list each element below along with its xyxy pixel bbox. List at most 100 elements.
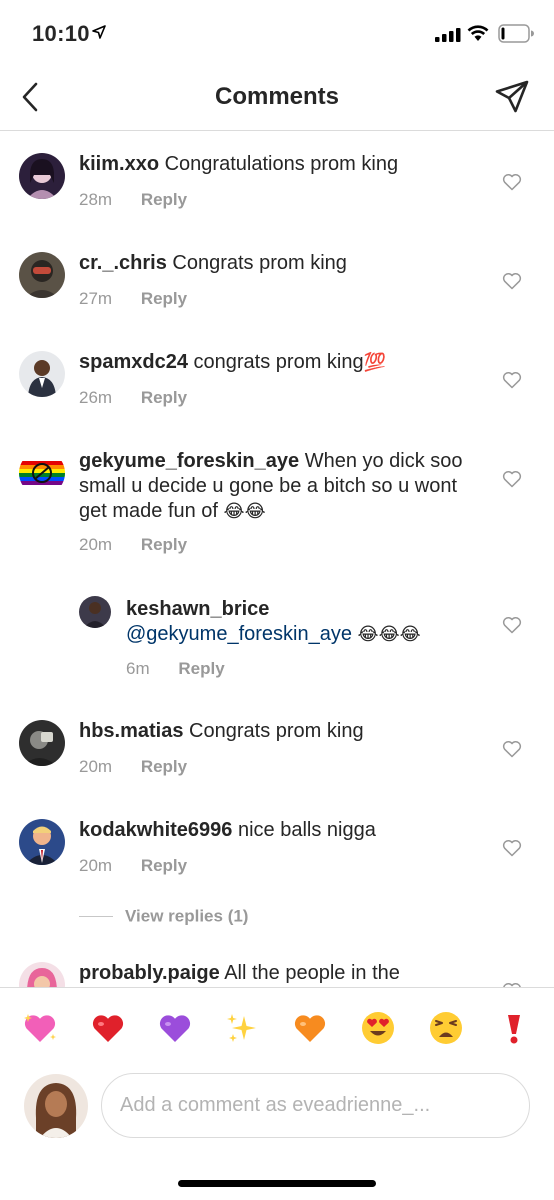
purple-heart-icon: [159, 1015, 191, 1042]
comments-list[interactable]: kiim.xxo Congratulations prom king 28m R…: [0, 131, 554, 987]
comment-username[interactable]: spamxdc24: [79, 351, 188, 373]
comment-username[interactable]: kodakwhite6996: [79, 819, 232, 841]
comment-body: Congrats prom king: [172, 252, 347, 274]
avatar[interactable]: [19, 450, 65, 496]
comment-meta: 27m Reply: [79, 289, 187, 309]
heart-eyes-icon: [362, 1012, 394, 1044]
sparkles-emoji-button[interactable]: [222, 1008, 262, 1048]
comment-composer: [0, 1067, 554, 1157]
heart-icon[interactable]: [502, 740, 522, 758]
comment-username[interactable]: keshawn_brice: [126, 598, 269, 620]
comment-emoji: 😂😂: [223, 501, 266, 522]
comment-text: kiim.xxo Congratulations prom king: [79, 152, 474, 177]
comment-emoji: 😂😂😂: [357, 624, 421, 645]
comment-username[interactable]: cr._.chris: [79, 252, 167, 274]
comment-text: cr._.chris Congrats prom king: [79, 251, 474, 276]
heart-icon[interactable]: [502, 470, 522, 488]
exclamation-icon: [508, 1015, 520, 1044]
reply-item: keshawn_brice @gekyume_foreskin_aye 😂😂😂 …: [0, 576, 554, 699]
list-item: hbs.matias Congrats prom king 20m Reply: [0, 698, 554, 797]
comment-username[interactable]: probably.paige: [79, 962, 220, 984]
cellular-signal-icon: [435, 28, 461, 42]
comment-time: 20m: [79, 856, 113, 875]
status-bar: 10:10: [0, 0, 554, 66]
comment-time: 20m: [79, 535, 113, 554]
comment-text: hbs.matias Congrats prom king: [79, 719, 474, 744]
view-replies-label: View replies (1): [125, 906, 249, 926]
avatar[interactable]: [19, 720, 65, 766]
mention-link[interactable]: @gekyume_foreskin_aye: [126, 623, 352, 645]
status-time: 10:10: [32, 21, 90, 46]
comment-time: 26m: [79, 388, 113, 407]
heart-icon[interactable]: [502, 371, 522, 389]
comment-meta: 28m Reply: [79, 190, 187, 210]
avatar[interactable]: [19, 819, 65, 865]
heart-icon[interactable]: [502, 839, 522, 857]
sparkling-heart-emoji-button[interactable]: [20, 1008, 60, 1048]
comment-text: kodakwhite6996 nice balls nigga: [79, 818, 474, 843]
reply-button[interactable]: Reply: [141, 535, 187, 554]
comment-time: 27m: [79, 289, 113, 308]
avatar[interactable]: [19, 351, 65, 397]
comment-username[interactable]: gekyume_foreskin_aye: [79, 450, 299, 472]
comment-time: 6m: [126, 659, 150, 678]
sparkling-heart-icon: [24, 1014, 56, 1042]
paper-plane-icon[interactable]: [494, 79, 530, 115]
avatar[interactable]: [19, 962, 65, 987]
orange-heart-icon: [294, 1015, 326, 1042]
page-title: Comments: [214, 83, 340, 110]
comment-body: Congratulations prom king: [164, 153, 399, 175]
comment-emoji: 💯: [363, 352, 387, 373]
comment-username[interactable]: kiim.xxo: [79, 153, 159, 175]
comment-text: probably.paige All the people in the: [79, 961, 474, 986]
weary-face-icon: [430, 1012, 462, 1044]
purple-heart-emoji-button[interactable]: [155, 1008, 195, 1048]
avatar[interactable]: [19, 252, 65, 298]
list-item: spamxdc24 congrats prom king💯 26m Reply: [0, 329, 554, 428]
comment-username[interactable]: hbs.matias: [79, 720, 183, 742]
reply-button[interactable]: Reply: [141, 190, 187, 209]
comment-input[interactable]: [101, 1073, 530, 1138]
comment-meta: 26m Reply: [79, 388, 187, 408]
avatar[interactable]: [24, 1074, 88, 1138]
list-item: kodakwhite6996 nice balls nigga 20m Repl…: [0, 797, 554, 896]
emoji-quick-bar: [0, 987, 554, 1067]
home-indicator[interactable]: [178, 1180, 376, 1187]
comment-text: spamxdc24 congrats prom king💯: [79, 350, 474, 375]
exclamation-emoji-button[interactable]: [494, 1008, 534, 1048]
reply-button[interactable]: Reply: [141, 289, 187, 308]
weary-face-emoji-button[interactable]: [426, 1008, 466, 1048]
red-heart-emoji-button[interactable]: [88, 1008, 128, 1048]
avatar[interactable]: [79, 596, 111, 628]
comment-body: nice balls nigga: [237, 819, 376, 841]
heart-icon[interactable]: [502, 173, 522, 191]
comment-meta: 20m Reply: [79, 535, 187, 555]
comment-meta: 20m Reply: [79, 757, 187, 777]
comment-body: Congrats prom king: [189, 720, 364, 742]
comment-meta: 6m Reply: [126, 659, 225, 679]
reply-button[interactable]: Reply: [141, 757, 187, 776]
heart-icon[interactable]: [502, 616, 522, 634]
battery-icon: [498, 24, 534, 43]
avatar[interactable]: [19, 153, 65, 199]
view-replies-divider: [79, 916, 113, 918]
reply-button[interactable]: Reply: [178, 659, 224, 678]
comment-meta: 20m Reply: [79, 856, 187, 876]
location-arrow-icon: [92, 25, 106, 39]
list-item: gekyume_foreskin_aye When yo dick soo sm…: [0, 428, 554, 576]
reply-button[interactable]: Reply: [141, 856, 187, 875]
red-heart-icon: [92, 1015, 124, 1042]
list-item: cr._.chris Congrats prom king 27m Reply: [0, 230, 554, 329]
heart-eyes-emoji-button[interactable]: [358, 1008, 398, 1048]
list-item: probably.paige All the people in the: [0, 940, 554, 987]
comment-text: gekyume_foreskin_aye When yo dick soo sm…: [79, 449, 474, 524]
sparkles-icon: [227, 1014, 256, 1042]
list-item: kiim.xxo Congratulations prom king 28m R…: [0, 131, 554, 230]
comment-body: congrats prom king: [193, 351, 364, 373]
wifi-icon: [467, 25, 489, 41]
comment-body: All the people in the: [224, 962, 400, 984]
orange-heart-emoji-button[interactable]: [290, 1008, 330, 1048]
reply-button[interactable]: Reply: [141, 388, 187, 407]
heart-icon[interactable]: [502, 272, 522, 290]
view-replies-button[interactable]: View replies (1): [79, 906, 248, 927]
